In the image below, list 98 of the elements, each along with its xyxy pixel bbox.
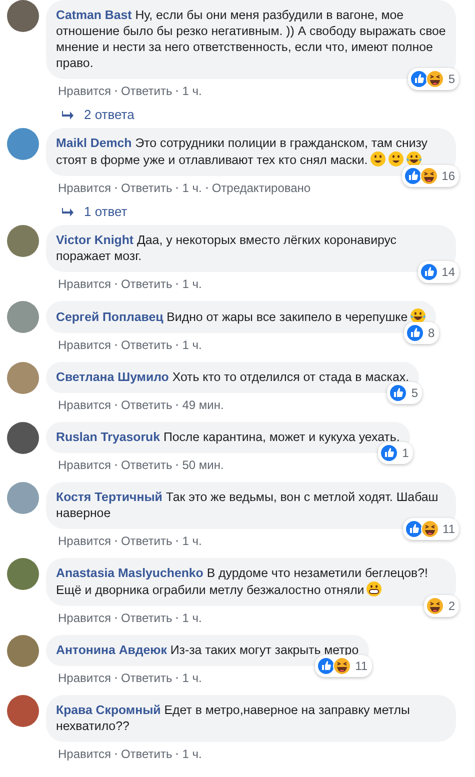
author-name-link[interactable]: Антонина Авдеюк: [56, 643, 167, 657]
comment-text: Catman Bast Ну, если бы они меня разбудили в вагоне, мое отношение было бы резко негативным. )) А свободу выражать свое мнение и нести за него ответственность, если что, имеют полное право.: [56, 8, 446, 70]
author-name-link[interactable]: Anastasia Maslyuchenko: [56, 566, 204, 580]
like-link[interactable]: Нравится: [58, 84, 111, 98]
laughing-reaction-icon: [420, 520, 439, 538]
reaction-count: 14: [442, 265, 455, 279]
avatar-photo-placeholder[interactable]: [7, 362, 39, 394]
timestamp-link[interactable]: 1 ч.: [182, 181, 202, 195]
smiling-emoji-icon: [388, 151, 404, 167]
reactions-badge[interactable]: 14: [418, 261, 459, 283]
comment-text: Anastasia Maslyuchenko В дурдоме что незаметили беглецов?! Ещё и дворника ограбили метлу безжалостно отняли: [56, 566, 428, 597]
comment-text: Светлана Шумило Хоть кто то отделился от стада в масках.: [56, 370, 410, 384]
like-link[interactable]: Нравится: [58, 338, 111, 352]
laughing-reaction-icon: [426, 70, 444, 88]
reply-link[interactable]: Ответить: [120, 611, 172, 625]
reactions-badge[interactable]: 1: [378, 442, 413, 464]
comment-text: Костя Тертичный Так это же ведьмы, вон с метлой ходят. Шабаш наверное: [56, 490, 438, 520]
author-name-link[interactable]: Крава Скромный: [56, 703, 161, 717]
laughing-reaction-icon: [426, 597, 444, 615]
author-name-link[interactable]: Ruslan Tryasoruk: [56, 430, 160, 444]
comment-text: Крава Скромный Едет в метро,наверное на заправку метлы нехватило??: [56, 703, 410, 733]
avatar-photo-placeholder[interactable]: [7, 635, 39, 667]
avatar-photo-placeholder[interactable]: [7, 695, 39, 727]
like-reaction-icon: [380, 444, 398, 462]
like-link[interactable]: Нравится: [58, 747, 111, 761]
like-link[interactable]: Нравится: [58, 277, 111, 291]
like-link[interactable]: Нравится: [58, 458, 111, 472]
reaction-count: 8: [428, 326, 435, 340]
like-reaction-icon: [410, 70, 428, 88]
view-replies-link[interactable]: 2 ответа: [84, 107, 134, 122]
avatar-photo-placeholder[interactable]: [7, 128, 39, 160]
avatar-photo-placeholder[interactable]: [7, 0, 39, 32]
timestamp-link[interactable]: 1 ч.: [182, 84, 202, 98]
reactions-badge[interactable]: 5: [408, 68, 459, 90]
like-link[interactable]: Нравится: [58, 534, 111, 548]
reply-link[interactable]: Ответить: [120, 181, 172, 195]
timestamp-link[interactable]: 1 ч.: [182, 338, 202, 352]
reply-link[interactable]: Ответить: [120, 747, 172, 761]
avatar-photo-placeholder[interactable]: [7, 422, 39, 454]
reaction-count: 1: [402, 446, 409, 460]
like-reaction-icon: [404, 167, 422, 185]
laughing-reaction-icon: [333, 657, 352, 675]
reaction-count: 2: [448, 599, 455, 613]
avatar-photo-placeholder[interactable]: [7, 301, 39, 333]
author-name-link[interactable]: Костя Тертичный: [56, 490, 162, 504]
reactions-badge[interactable]: 11: [402, 518, 459, 540]
comment-text: Victor Knight Даа, у некоторых вместо лёгких коронавирус поражает мозг.: [56, 233, 396, 263]
like-reaction-icon: [389, 384, 408, 402]
like-reaction-icon: [404, 520, 423, 538]
like-reaction-icon: [317, 657, 336, 675]
author-name-link[interactable]: Сергей Поплавец: [56, 310, 164, 324]
like-reaction-icon: [406, 324, 424, 342]
like-link[interactable]: Нравится: [58, 181, 111, 195]
smiling-emoji-icon: [370, 151, 386, 167]
reactions-badge[interactable]: 16: [402, 165, 459, 187]
author-name-link[interactable]: Светлана Шумило: [56, 370, 169, 384]
timestamp-link[interactable]: 1 ч.: [182, 671, 202, 685]
avatar-photo-placeholder[interactable]: [7, 558, 39, 590]
avatar-photo-placeholder[interactable]: [7, 225, 39, 257]
reply-arrow-icon: [62, 206, 74, 216]
timestamp-link[interactable]: 1 ч.: [182, 277, 202, 291]
like-link[interactable]: Нравится: [58, 671, 111, 685]
comment-text: Ruslan Tryasoruk После карантина, может и кукуха уехать.: [56, 430, 400, 444]
reactions-badge[interactable]: 5: [387, 382, 422, 404]
laughing-tears-emoji-icon: [406, 151, 422, 167]
reply-link[interactable]: Ответить: [120, 338, 172, 352]
reply-link[interactable]: Ответить: [120, 534, 172, 548]
like-link[interactable]: Нравится: [58, 398, 111, 412]
reply-arrow-icon: [62, 110, 74, 120]
reactions-badge[interactable]: 2: [424, 595, 459, 617]
reply-link[interactable]: Ответить: [120, 671, 172, 685]
like-reaction-icon: [420, 263, 438, 281]
timestamp-link[interactable]: 49 мин.: [182, 398, 224, 412]
smiling-emoji-icon: [366, 581, 382, 597]
timestamp-link[interactable]: 50 мин.: [182, 458, 224, 472]
reaction-count: 11: [355, 659, 368, 673]
timestamp-link[interactable]: 1 ч.: [182, 747, 202, 761]
laughing-reaction-icon: [420, 167, 438, 185]
reaction-count: 5: [411, 386, 418, 400]
author-name-link[interactable]: Victor Knight: [56, 233, 134, 247]
reply-link[interactable]: Ответить: [120, 458, 172, 472]
reaction-count: 11: [442, 522, 455, 536]
reaction-count: 5: [448, 72, 455, 86]
reply-link[interactable]: Ответить: [120, 277, 172, 291]
reactions-badge[interactable]: 11: [315, 655, 372, 677]
like-link[interactable]: Нравится: [58, 611, 111, 625]
comment-text: Maikl Demch Это сотрудники полиции в гражданском, там снизу стоят в форме уже и отлавливают тех кто снял маски.: [56, 136, 428, 167]
author-name-link[interactable]: Maikl Demch: [56, 136, 132, 150]
reply-link[interactable]: Ответить: [120, 398, 172, 412]
reply-link[interactable]: Ответить: [120, 84, 172, 98]
timestamp-link[interactable]: 1 ч.: [182, 534, 202, 548]
comment-text: Антонина Авдеюк Из-за таких могут закрыть метро: [56, 643, 359, 657]
reaction-count: 16: [442, 169, 455, 183]
edited-label: Отредактировано: [212, 181, 311, 195]
view-replies-link[interactable]: 1 ответ: [84, 204, 128, 219]
reactions-badge[interactable]: 8: [404, 322, 439, 344]
author-name-link[interactable]: Catman Bast: [56, 8, 132, 22]
timestamp-link[interactable]: 1 ч.: [182, 611, 202, 625]
